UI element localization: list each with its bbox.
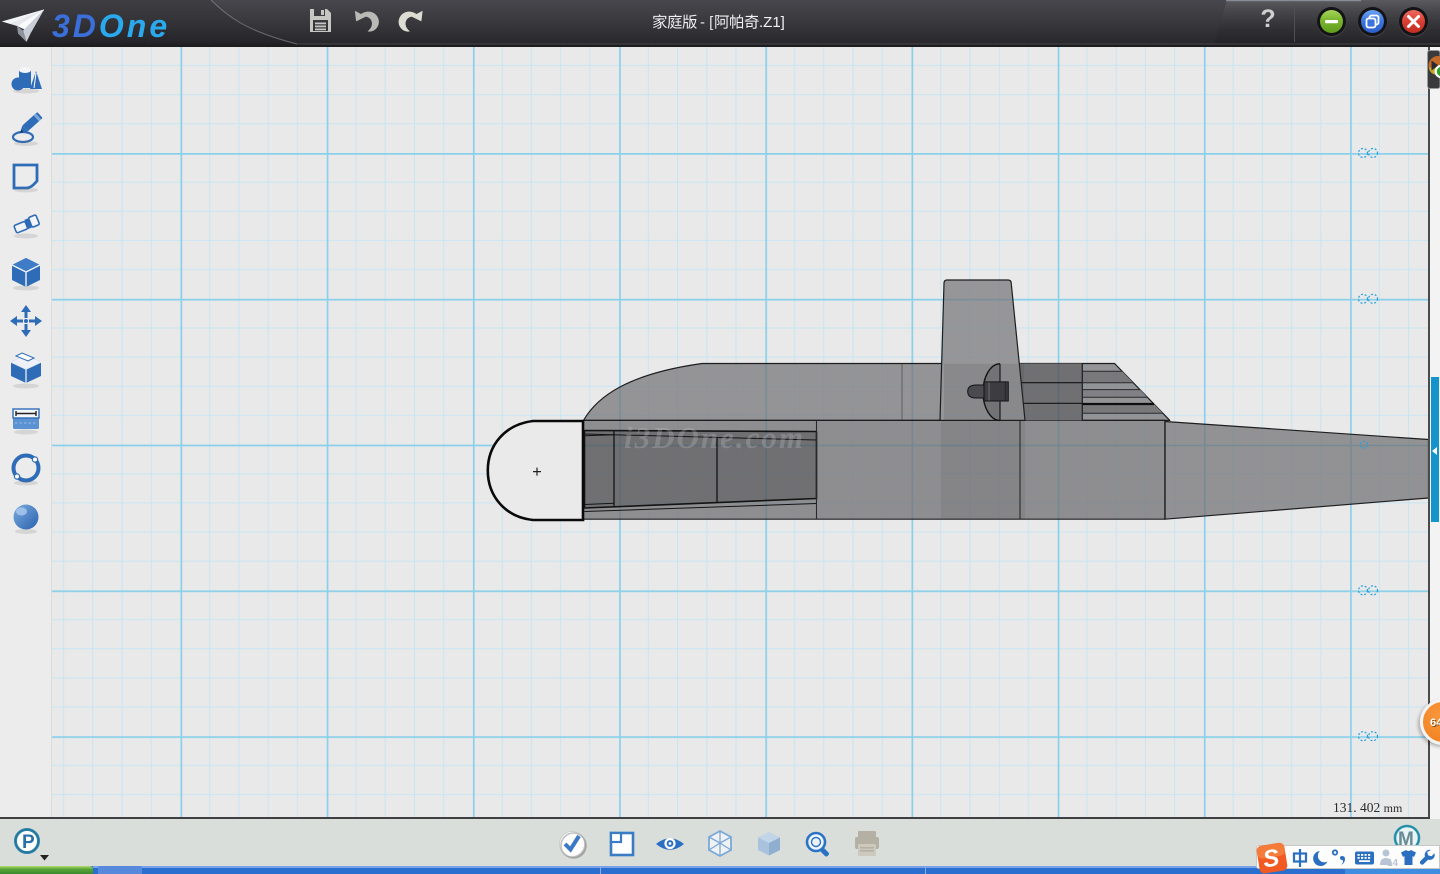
svg-text:.Z1]: .Z1] xyxy=(759,14,785,31)
svg-text:i3DOne.com: i3DOne.com xyxy=(624,420,805,455)
svg-text:14: 14 xyxy=(1387,858,1399,869)
svg-text:- [: - [ xyxy=(700,14,714,31)
svg-text:3DOne: 3DOne xyxy=(52,8,170,44)
svg-text:P: P xyxy=(22,832,35,853)
